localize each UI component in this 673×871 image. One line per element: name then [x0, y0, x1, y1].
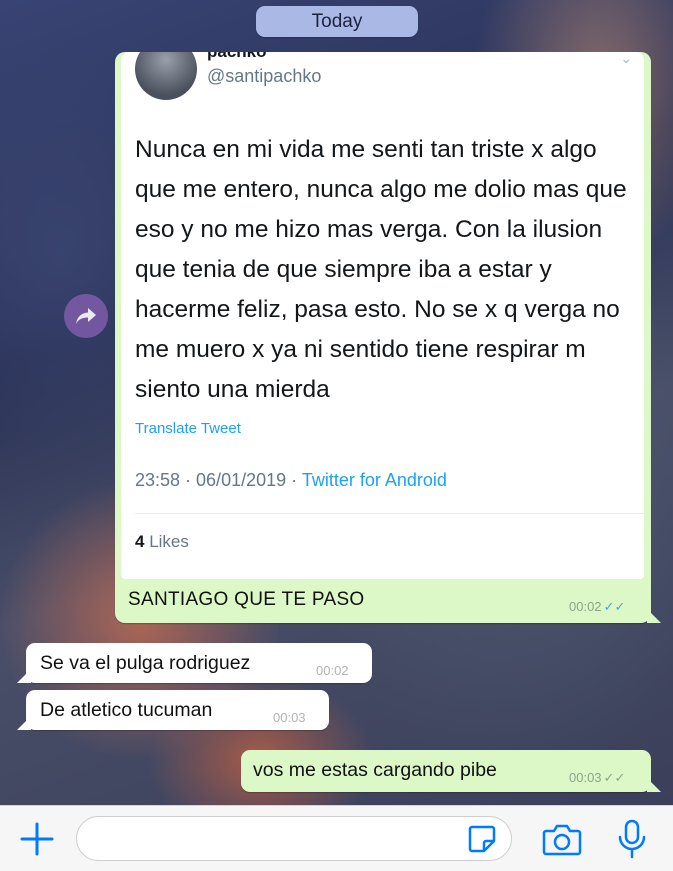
message-time: 00:03 — [273, 710, 306, 725]
tweet-likes[interactable]: 4 Likes — [135, 532, 189, 552]
tweet-preview-card[interactable]: pachko @santipachko ⌄ Nunca en mi vida m… — [121, 52, 644, 579]
tweet-meta: 23:58 · 06/01/2019 · Twitter for Android — [135, 470, 447, 491]
tweet-handle: @santipachko — [207, 66, 322, 86]
divider — [135, 513, 644, 514]
read-ticks-icon: ✓✓ — [603, 599, 626, 614]
tweet-source-link[interactable]: Twitter for Android — [302, 470, 447, 490]
sticker-icon[interactable] — [466, 823, 498, 855]
message-text: vos me estas cargando pibe — [253, 759, 497, 781]
message-time: 00:03 ✓✓ — [569, 770, 626, 785]
message-text: SANTIAGO QUE TE PASO — [128, 589, 365, 610]
translate-tweet-link[interactable]: Translate Tweet — [135, 420, 241, 437]
message-bubble-outgoing[interactable]: pachko @santipachko ⌄ Nunca en mi vida m… — [115, 52, 661, 623]
message-bubble-incoming[interactable]: Se va el pulga rodriguez 00:02 — [17, 643, 372, 683]
date-separator: Today — [256, 6, 418, 37]
avatar — [135, 52, 197, 100]
message-text: Se va el pulga rodriguez — [40, 652, 251, 674]
plus-icon[interactable] — [18, 820, 56, 858]
tweet-timestamp: 23:58 · 06/01/2019 · — [135, 470, 302, 490]
camera-icon[interactable] — [542, 821, 582, 857]
message-input[interactable] — [76, 816, 512, 861]
message-composer — [0, 805, 673, 871]
delivered-ticks-icon: ✓✓ — [603, 770, 626, 785]
message-bubble-outgoing[interactable]: vos me estas cargando pibe 00:03 ✓✓ — [241, 750, 661, 792]
forward-arrow-icon — [76, 308, 96, 324]
message-time: 00:02 ✓✓ — [569, 599, 626, 614]
message-bubble-incoming[interactable]: De atletico tucuman 00:03 — [17, 690, 329, 730]
tweet-text: Nunca en mi vida me senti tan triste x a… — [135, 136, 627, 403]
microphone-icon[interactable] — [616, 818, 648, 860]
message-text: De atletico tucuman — [40, 699, 213, 721]
tweet-display-name: pachko — [207, 52, 267, 62]
likes-label: Likes — [144, 532, 189, 551]
forward-button[interactable] — [64, 294, 108, 338]
chevron-down-icon[interactable]: ⌄ — [620, 52, 632, 67]
message-time: 00:02 — [316, 663, 349, 678]
